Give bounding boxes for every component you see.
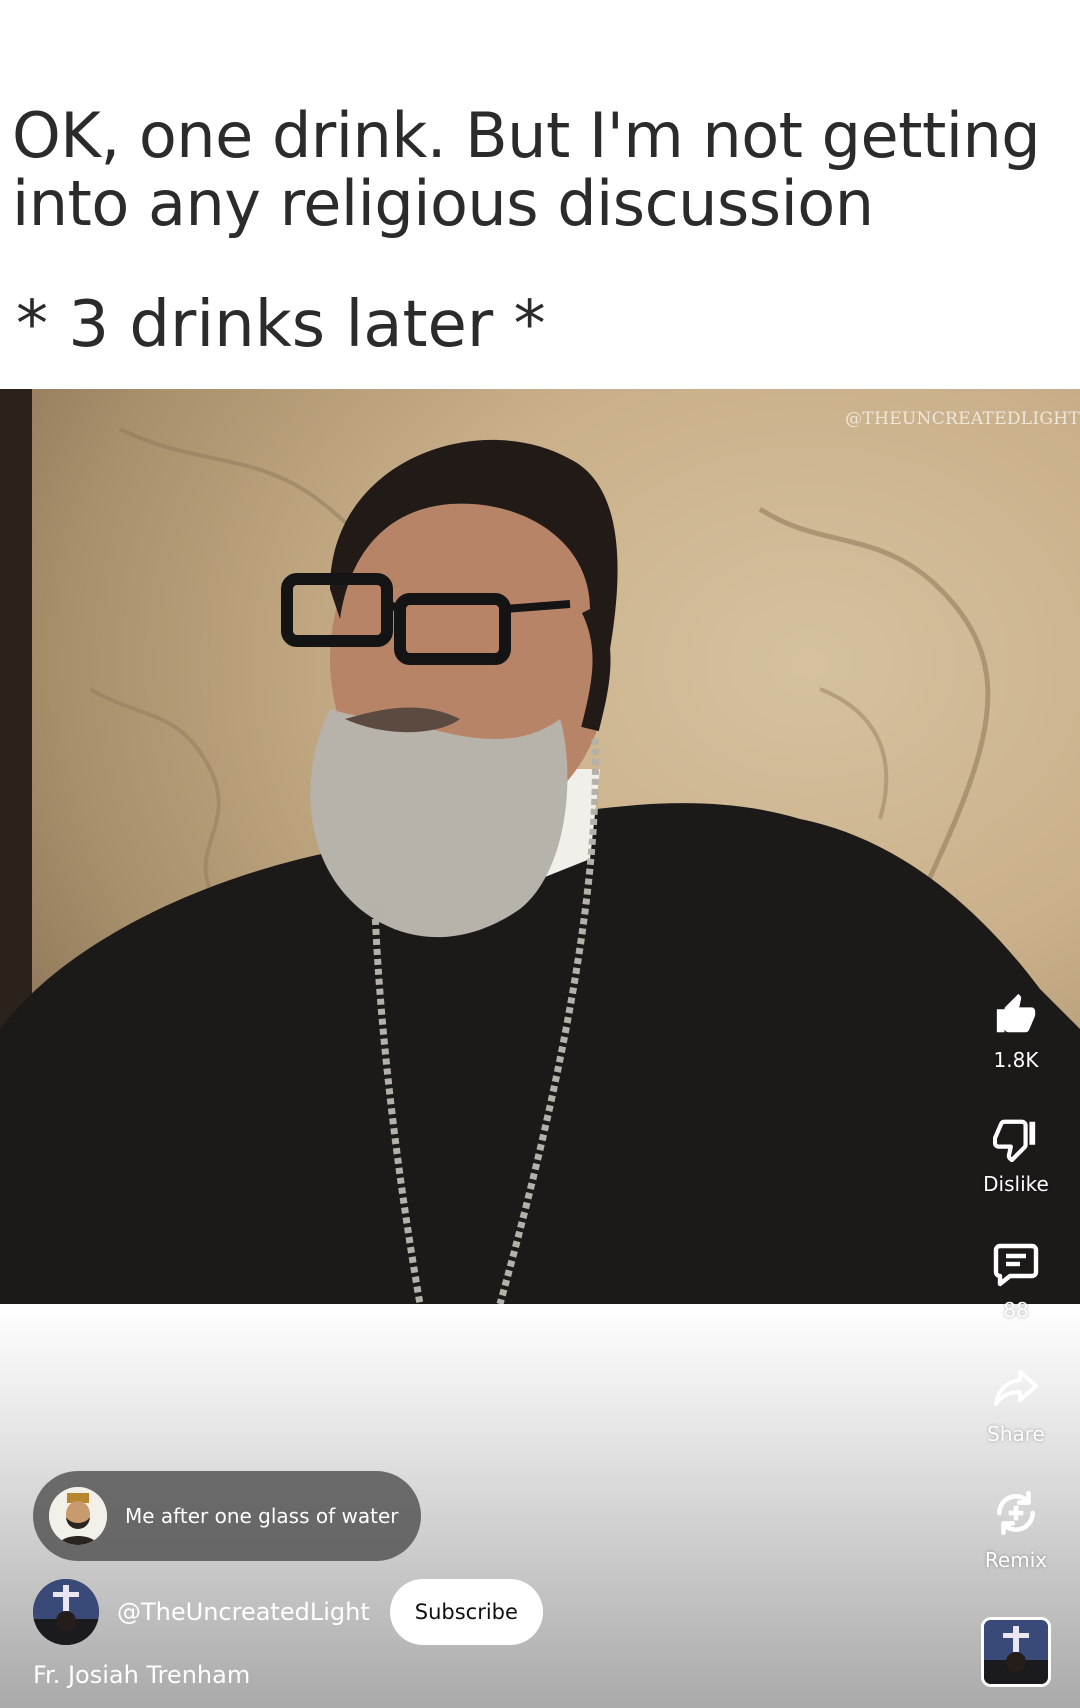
comment-icon [993, 1243, 1039, 1287]
comment-avatar [49, 1487, 107, 1545]
channel-avatar[interactable] [33, 1579, 99, 1645]
subscribe-button[interactable]: Subscribe [389, 1579, 543, 1645]
channel-handle[interactable]: @TheUncreatedLight [117, 1598, 370, 1626]
video-player[interactable]: @THEUNCREATEDLIGHT [0, 389, 1080, 1304]
remix-icon [997, 1490, 1035, 1536]
share-button[interactable]: Share [968, 1364, 1064, 1446]
meme-caption-top: OK, one drink. But I'm not getting into … [12, 102, 1072, 238]
dislike-button[interactable]: Dislike [968, 1116, 1064, 1196]
sound-thumbnail[interactable] [981, 1617, 1051, 1687]
like-icon [996, 993, 1036, 1033]
like-button[interactable]: 1.8K [968, 992, 1064, 1072]
comments-button[interactable]: 88 [968, 1240, 1064, 1322]
comment-preview[interactable]: Me after one glass of water [33, 1471, 421, 1561]
dislike-icon [993, 1119, 1036, 1162]
remix-label: Remix [984, 1548, 1048, 1572]
channel-row: @TheUncreatedLight Subscribe [33, 1579, 543, 1645]
caption-text: OK, one drink. But I'm not getting into … [12, 99, 1041, 240]
share-icon [994, 1370, 1038, 1406]
video-title[interactable]: Fr. Josiah Trenham [33, 1661, 250, 1689]
action-rail: 1.8K Dislike 88 Share Remix [968, 0, 1064, 1708]
remix-button[interactable]: Remix [968, 1488, 1064, 1572]
dislike-label: Dislike [983, 1172, 1049, 1196]
comment-count: 88 [1003, 1298, 1029, 1322]
video-frame-illustration [0, 389, 1080, 1304]
meme-caption-bottom: * 3 drinks later * [16, 288, 546, 362]
cross-icon [984, 1620, 1048, 1684]
like-count: 1.8K [993, 1048, 1039, 1072]
comment-text: Me after one glass of water [125, 1504, 399, 1528]
icon-figure-avatar [49, 1487, 107, 1545]
share-label: Share [987, 1422, 1045, 1446]
cross-icon [33, 1579, 99, 1645]
